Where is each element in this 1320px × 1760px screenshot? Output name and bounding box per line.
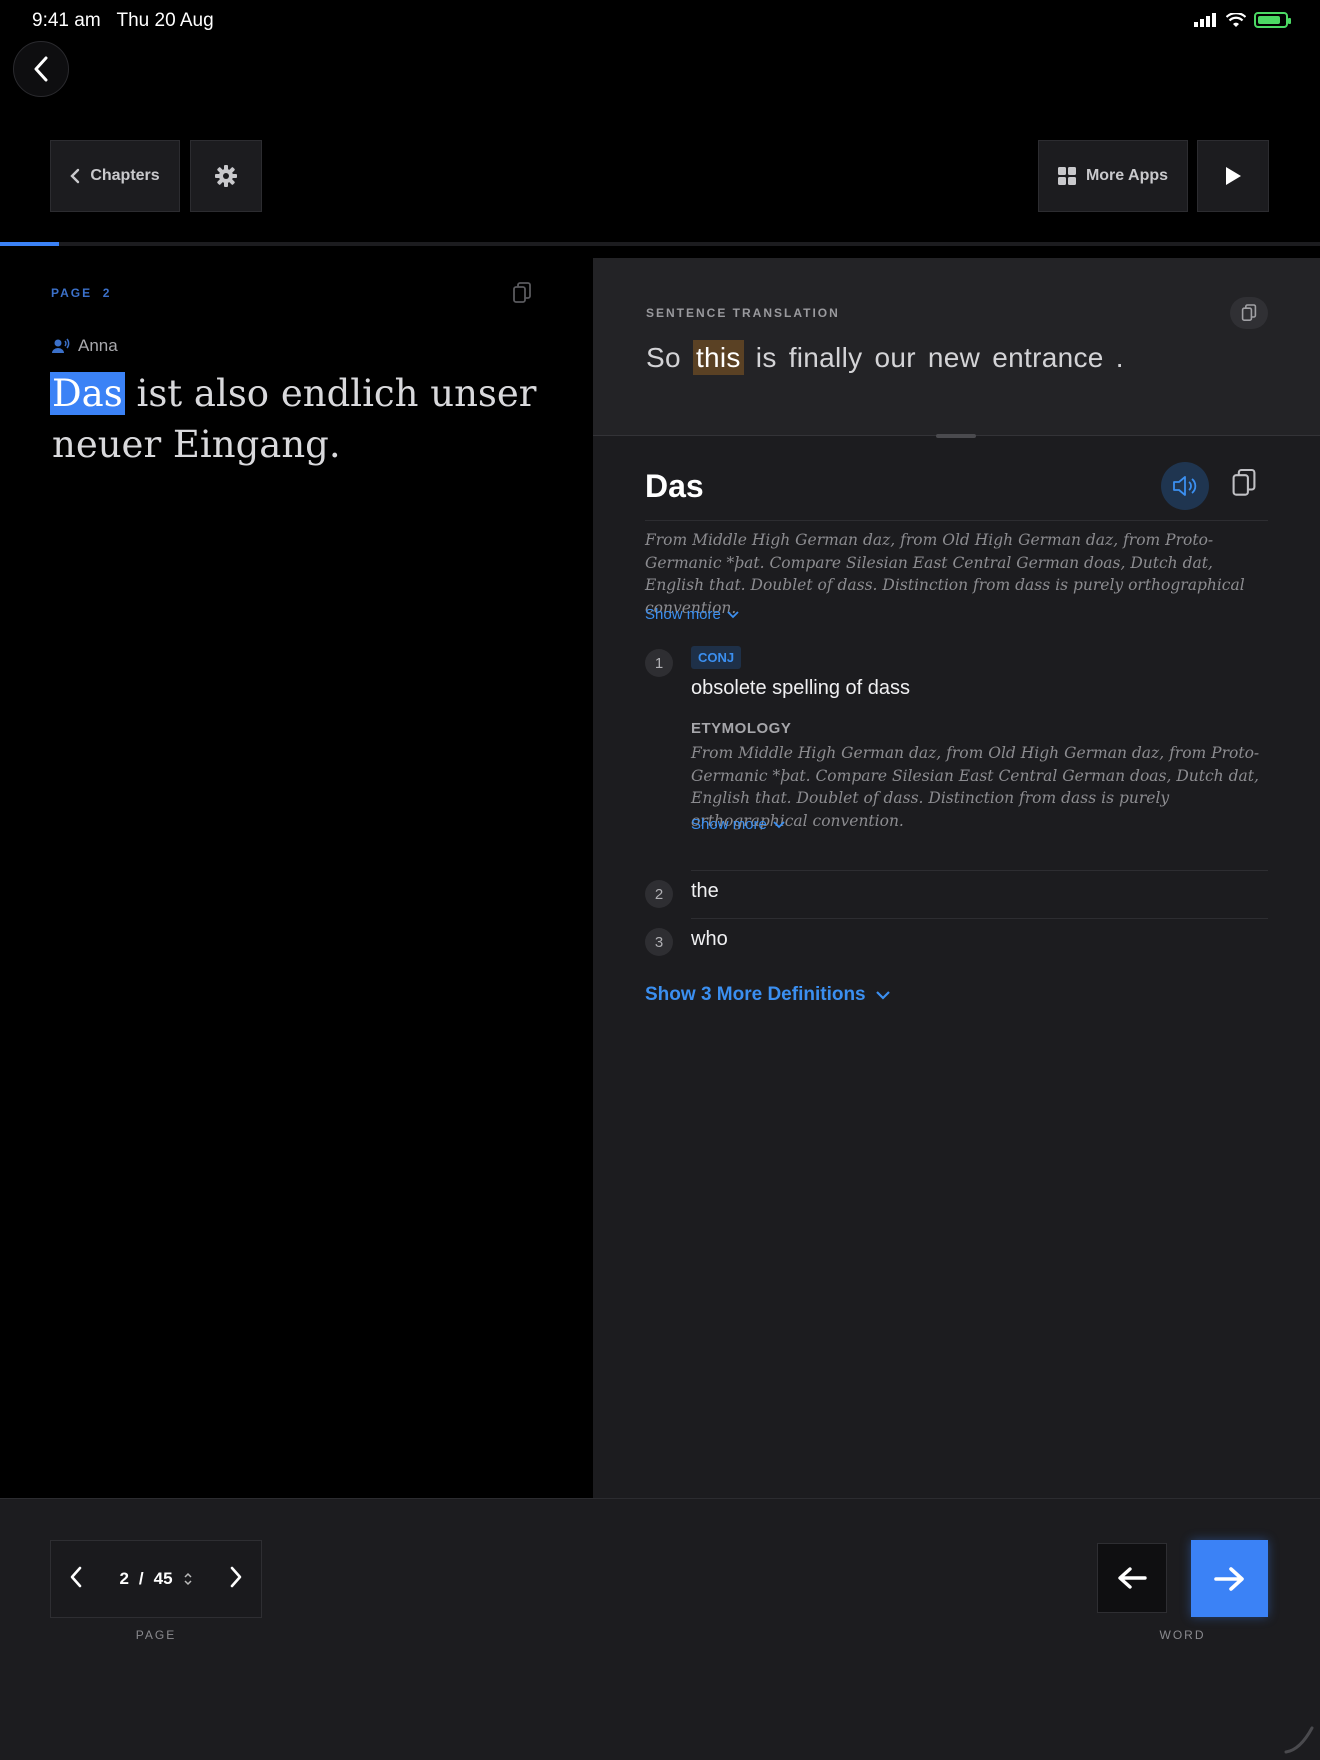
prev-page-button[interactable] <box>69 1566 83 1593</box>
arrow-left-icon <box>1118 1567 1147 1589</box>
bottom-navigation: 2 / 45 PAGE WORD <box>0 1498 1320 1760</box>
more-apps-button[interactable]: More Apps <box>1038 140 1188 212</box>
wifi-icon <box>1226 12 1246 27</box>
pronounce-button[interactable] <box>1161 462 1209 510</box>
chevron-down-icon <box>875 990 890 1000</box>
copy-icon <box>1232 468 1256 496</box>
status-icons <box>1194 12 1291 28</box>
show-more-definition-etymology-button[interactable]: Show more <box>691 816 785 833</box>
sentence-punct: . <box>328 423 341 466</box>
grid-icon <box>1057 167 1076 185</box>
word-etymology: From Middle High German daz, from Old Hi… <box>645 531 1245 617</box>
play-button[interactable] <box>1197 140 1269 212</box>
previous-word-button[interactable] <box>1097 1543 1167 1613</box>
source-text-panel: PAGE 2 Anna Das ist also endlich unser n… <box>0 246 593 1498</box>
show-more-etymology-button[interactable]: Show more <box>645 606 739 623</box>
headword: Das <box>645 468 704 504</box>
etymology-label: ETYMOLOGY <box>691 720 792 737</box>
next-page-button[interactable] <box>229 1566 243 1593</box>
divider <box>691 870 1268 871</box>
pager-label: PAGE <box>135 1628 177 1642</box>
definition-text: obsolete spelling of dass <box>691 677 911 699</box>
speaker-icon <box>1173 476 1197 496</box>
drag-handle[interactable] <box>936 434 976 438</box>
selected-word[interactable]: Das <box>50 372 125 415</box>
divider <box>645 520 1268 521</box>
current-page: 2 <box>119 1569 129 1588</box>
part-of-speech-badge: CONJ <box>691 646 742 669</box>
copy-word-button[interactable] <box>1231 468 1257 503</box>
page-pager: 2 / 45 <box>50 1540 262 1618</box>
definition-text: the <box>691 880 719 902</box>
dictionary-panel: SENTENCE TRANSLATION So this is finally … <box>593 258 1320 1498</box>
source-sentence: Das ist also endlich unser neuer Eingang… <box>50 368 552 470</box>
definition-number: 1 <box>645 649 673 677</box>
chapters-button[interactable]: Chapters <box>50 140 180 212</box>
copy-page-button[interactable] <box>512 282 532 309</box>
chevron-left-icon <box>70 168 80 184</box>
chevron-down-icon <box>727 610 739 618</box>
chevron-right-icon <box>230 1566 242 1587</box>
back-button[interactable] <box>13 41 69 97</box>
page-indicator: PAGE 2 <box>51 286 112 300</box>
status-bar: 9:41 am Thu 20 Aug <box>0 0 1320 40</box>
copy-icon <box>513 282 531 303</box>
sentence-translation-box: SENTENCE TRANSLATION So this is finally … <box>593 258 1320 438</box>
chevron-down-icon <box>773 820 785 828</box>
settings-button[interactable] <box>190 140 262 212</box>
word-nav-label: WORD <box>1159 1628 1206 1642</box>
signal-icon <box>1194 13 1216 27</box>
copy-translation-button[interactable] <box>1230 297 1268 329</box>
definition-text: who <box>691 928 728 950</box>
translation-label: SENTENCE TRANSLATION <box>646 306 840 320</box>
battery-icon <box>1254 12 1291 28</box>
status-time: 9:41 am Thu 20 Aug <box>32 10 214 31</box>
speaker-person-icon <box>52 338 70 353</box>
speaker-label: Anna <box>52 336 118 356</box>
chevron-up-down-icon <box>184 1572 192 1586</box>
chevron-left-icon <box>70 1566 82 1587</box>
show-more-definitions-button[interactable]: Show 3 More Definitions <box>645 984 890 1006</box>
arrow-right-icon <box>1213 1566 1244 1591</box>
definition-number: 3 <box>645 928 673 956</box>
page-select[interactable]: 2 / 45 <box>119 1569 192 1589</box>
chevron-left-icon <box>34 56 48 82</box>
copy-icon <box>1241 304 1257 321</box>
divider <box>691 918 1268 919</box>
total-pages: 45 <box>153 1569 173 1588</box>
translation-highlight: this <box>692 340 744 375</box>
sentence-rest[interactable]: ist also endlich unser neuer Eingang <box>52 372 536 466</box>
page-separator: / <box>138 1569 144 1588</box>
translation-text: So this is finally our new entrance . <box>646 340 1124 375</box>
gear-icon <box>215 165 237 187</box>
play-icon <box>1226 167 1241 185</box>
resize-handle-icon <box>1284 1726 1314 1754</box>
definition-number: 2 <box>645 880 673 908</box>
next-word-button[interactable] <box>1191 1540 1268 1617</box>
